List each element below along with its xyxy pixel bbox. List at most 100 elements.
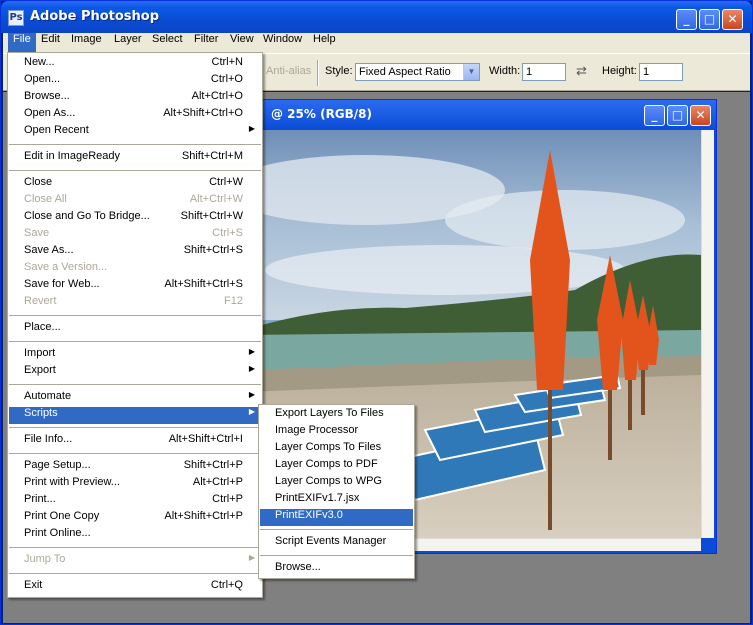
window-title: Adobe Photoshop [30, 9, 160, 24]
scripts-menu-item-layer-comps-to-pdf[interactable]: Layer Comps to PDF [260, 458, 413, 475]
shortcut-label: Alt+Shift+Ctrl+I [168, 433, 243, 445]
menu-item-label: Edit in ImageReady [24, 150, 120, 162]
file-menu-item-print-with-preview[interactable]: Print with Preview... Alt+Ctrl+P [9, 476, 261, 493]
menu-filter[interactable]: Filter [189, 33, 223, 53]
menu-select[interactable]: Select [147, 33, 188, 53]
menu-help[interactable]: Help [308, 33, 341, 53]
file-menu-item-automate[interactable]: Automate ▶ [9, 390, 261, 407]
file-menu-item-open-recent[interactable]: Open Recent ▶ [9, 124, 261, 141]
scripts-submenu: Export Layers To Files Image Processor Lay… [258, 404, 415, 579]
shortcut-label: Ctrl+P [212, 493, 243, 505]
maximize-icon[interactable]: □ [667, 105, 688, 126]
menu-item-label: Save [24, 227, 50, 239]
menu-item-label: Export [24, 364, 56, 376]
scripts-menu-item-image-processor[interactable]: Image Processor [260, 424, 413, 441]
file-menu-item-open[interactable]: Open... Ctrl+O [9, 73, 261, 90]
style-label: Style: [325, 65, 353, 77]
file-menu-item-page-setup[interactable]: Page Setup... Shift+Ctrl+P [9, 459, 261, 476]
menu-bar: File Edit Image Layer Select Filter View… [3, 33, 750, 53]
shortcut-label: Shift+Ctrl+S [183, 244, 243, 256]
shortcut-label: Ctrl+Q [210, 579, 243, 591]
maximize-icon[interactable]: □ [699, 9, 720, 30]
shortcut-label: Ctrl+S [212, 227, 243, 239]
menu-item-label: Close All [24, 193, 67, 205]
menu-item-label: Layer Comps to PDF [275, 458, 378, 470]
submenu-arrow-icon: ▶ [248, 124, 255, 133]
menu-item-label: Layer Comps to WPG [275, 475, 382, 487]
file-menu: New... Ctrl+N Open... Ctrl+O Browse... Alt+Ct… [7, 52, 263, 598]
file-menu-item-import[interactable]: Import ▶ [9, 347, 261, 364]
file-menu-item-export[interactable]: Export ▶ [9, 364, 261, 381]
scripts-menu-item-layer-comps-to-wpg[interactable]: Layer Comps to WPG [260, 475, 413, 492]
file-menu-item-edit-in-imageready[interactable]: Edit in ImageReady Shift+Ctrl+M [9, 150, 261, 167]
menu-edit[interactable]: Edit [36, 33, 65, 53]
shortcut-label: Shift+Ctrl+M [181, 150, 243, 162]
menu-image[interactable]: Image [66, 33, 107, 53]
scripts-menu-item-layer-comps-to-files[interactable]: Layer Comps To Files [260, 441, 413, 458]
vertical-scrollbar[interactable] [701, 130, 714, 538]
width-input[interactable]: 1 [522, 63, 566, 81]
shortcut-label: F12 [224, 295, 243, 307]
close-icon[interactable]: ✕ [722, 9, 743, 30]
file-menu-item-new[interactable]: New... Ctrl+N [9, 56, 261, 73]
menu-separator [9, 144, 261, 145]
submenu-arrow-icon: ▶ [248, 347, 255, 356]
height-label: Height: [602, 65, 637, 77]
file-menu-item-exit[interactable]: Exit Ctrl+Q [9, 579, 261, 596]
scripts-menu-item-printexifv3-0[interactable]: PrintEXIFv3.0 [260, 509, 413, 526]
close-icon[interactable]: ✕ [690, 105, 711, 126]
menu-file[interactable]: File [8, 33, 36, 53]
menu-separator [260, 555, 413, 556]
menu-separator [9, 170, 261, 171]
file-menu-item-print-online[interactable]: Print Online... [9, 527, 261, 544]
file-menu-item-print-one-copy[interactable]: Print One Copy Alt+Shift+Ctrl+P [9, 510, 261, 527]
file-menu-item-close-and-go-to-bridge[interactable]: Close and Go To Bridge... Shift+Ctrl+W [9, 210, 261, 227]
scripts-menu-item-browse[interactable]: Browse... [260, 561, 413, 578]
menu-item-label: New... [24, 56, 55, 68]
file-menu-item-save-for-web[interactable]: Save for Web... Alt+Shift+Ctrl+S [9, 278, 261, 295]
minimize-icon[interactable]: _ [676, 9, 697, 30]
menu-item-label: Script Events Manager [275, 535, 387, 547]
menu-separator [9, 547, 261, 548]
submenu-arrow-icon: ▶ [248, 390, 255, 399]
shortcut-label: Shift+Ctrl+W [180, 210, 243, 222]
minimize-icon[interactable]: _ [644, 105, 665, 126]
scripts-menu-item-export-layers-to-files[interactable]: Export Layers To Files [260, 407, 413, 424]
shortcut-label: Alt+Ctrl+W [189, 193, 243, 205]
file-menu-item-file-info[interactable]: File Info... Alt+Shift+Ctrl+I [9, 433, 261, 450]
file-menu-item-print[interactable]: Print... Ctrl+P [9, 493, 261, 510]
menu-item-label: Open... [24, 73, 61, 85]
file-menu-item-close[interactable]: Close Ctrl+W [9, 176, 261, 193]
height-input[interactable]: 1 [639, 63, 683, 81]
file-menu-item-save-a-version: Save a Version... [9, 261, 261, 278]
style-dropdown[interactable]: Fixed Aspect Ratio ▼ [355, 63, 480, 81]
menu-separator [9, 315, 261, 316]
file-menu-item-scripts[interactable]: Scripts ▶ [9, 407, 261, 424]
menu-item-label: Import [24, 347, 56, 359]
menu-view[interactable]: View [225, 33, 259, 53]
swap-arrows-icon[interactable]: ⇄ [576, 63, 587, 79]
menu-item-label: Close [24, 176, 53, 188]
document-title-bar[interactable]: @ 25% (RGB/8) _ □ ✕ [241, 100, 716, 130]
chevron-down-icon[interactable]: ▼ [463, 64, 479, 80]
file-menu-item-save-as[interactable]: Save As... Shift+Ctrl+S [9, 244, 261, 261]
title-bar[interactable]: Ps Adobe Photoshop _ □ ✕ [1, 1, 752, 33]
file-menu-item-browse[interactable]: Browse... Alt+Ctrl+O [9, 90, 261, 107]
menu-layer[interactable]: Layer [109, 33, 147, 53]
menu-item-label: PrintEXIFv3.0 [275, 509, 343, 521]
menu-item-label: PrintEXIFv1.7.jsx [275, 492, 360, 504]
document-title: @ 25% (RGB/8) [271, 107, 373, 121]
menu-item-label: Scripts [24, 407, 58, 419]
scripts-menu-item-script-events-manager[interactable]: Script Events Manager [260, 535, 413, 552]
options-separator [317, 60, 319, 86]
menu-window[interactable]: Window [258, 33, 307, 53]
file-menu-item-place[interactable]: Place... [9, 321, 261, 338]
scripts-menu-item-printexifv1-7-jsx[interactable]: PrintEXIFv1.7.jsx [260, 492, 413, 509]
menu-item-label: Export Layers To Files [275, 407, 384, 419]
shortcut-label: Alt+Shift+Ctrl+O [163, 107, 243, 119]
menu-item-label: Print... [24, 493, 56, 505]
file-menu-item-open-as[interactable]: Open As... Alt+Shift+Ctrl+O [9, 107, 261, 124]
menu-item-label: Page Setup... [24, 459, 91, 471]
shortcut-label: Alt+Shift+Ctrl+S [164, 278, 243, 290]
shortcut-label: Alt+Ctrl+P [192, 476, 243, 488]
